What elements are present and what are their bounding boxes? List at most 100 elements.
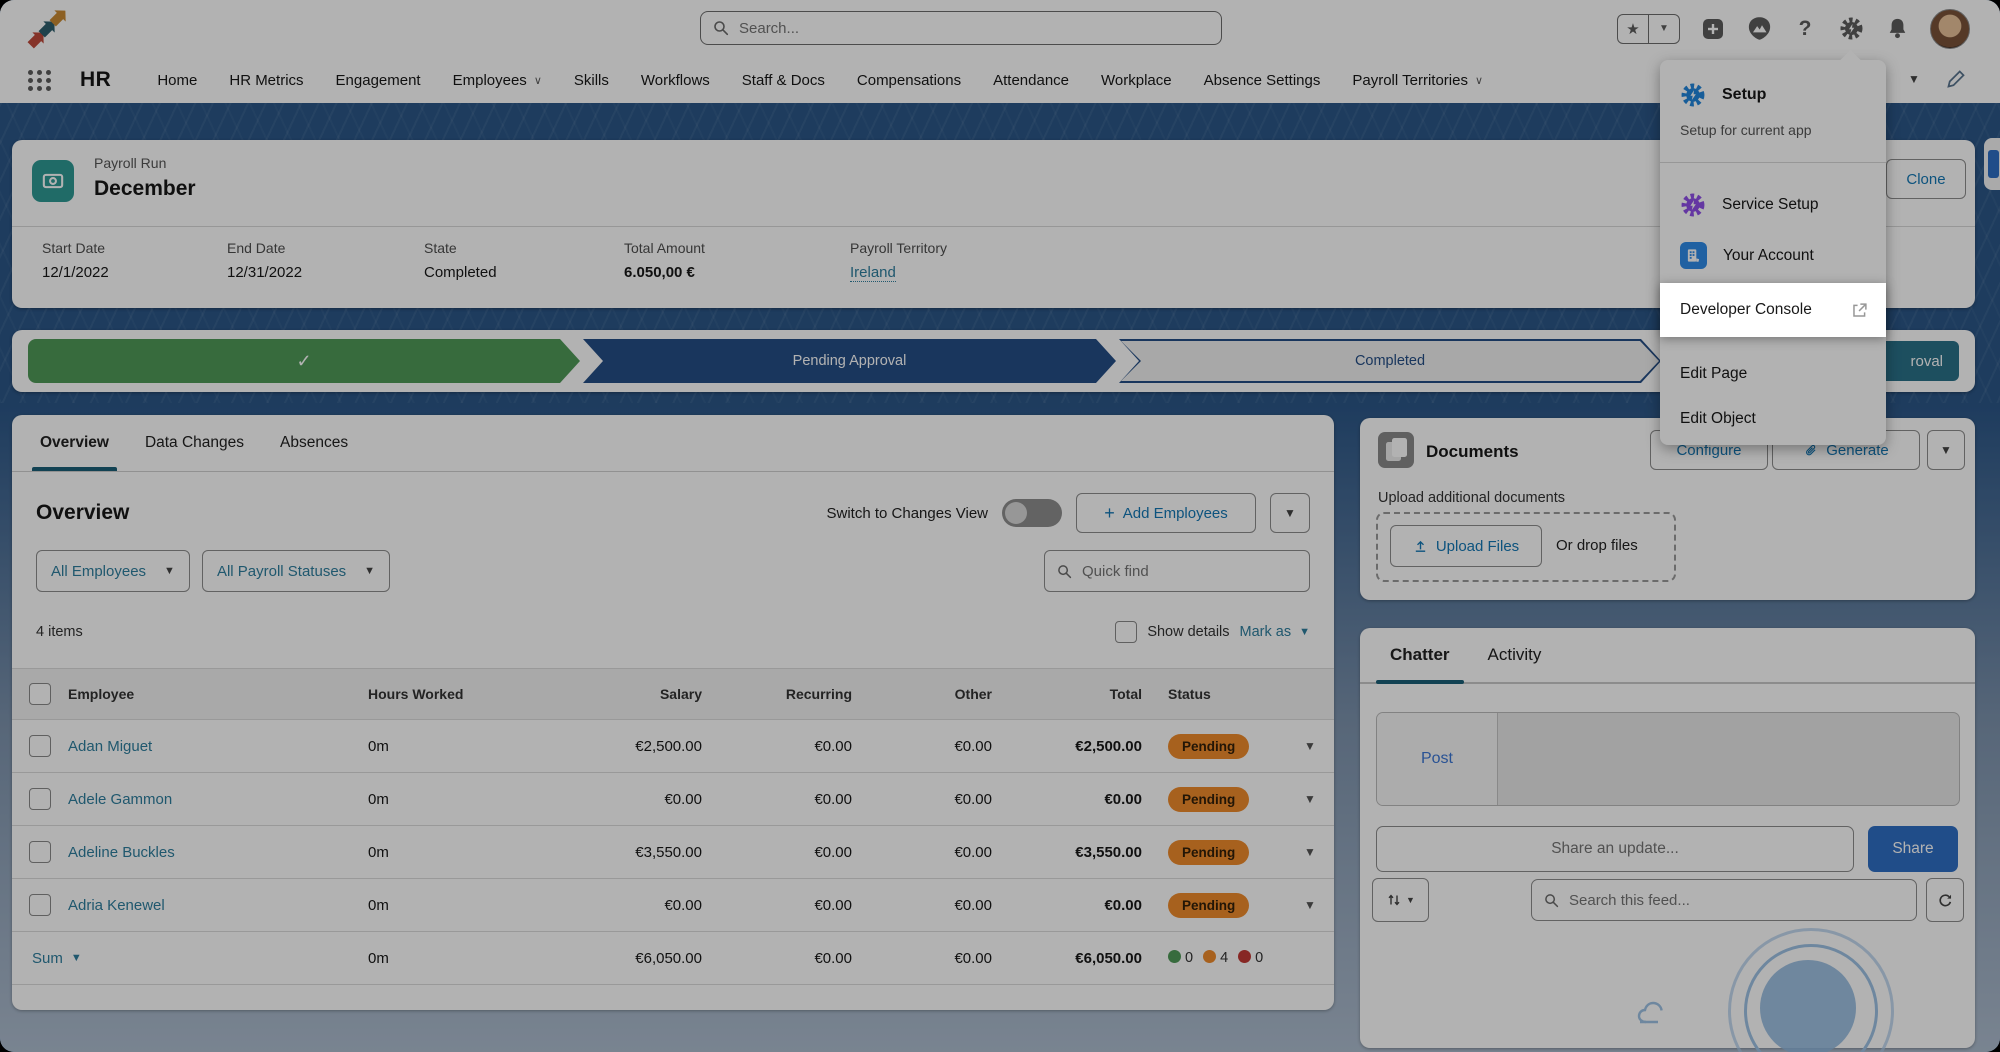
menu-item-your-account[interactable]: Your Account [1680, 242, 1814, 269]
chevron-down-icon: ∨ [534, 74, 542, 87]
tab-compensations[interactable]: Compensations [841, 57, 977, 103]
quick-find-input[interactable] [1080, 562, 1284, 581]
menu-item-edit-object[interactable]: Edit Object [1680, 410, 1756, 428]
upload-additional-label: Upload additional documents [1378, 490, 1565, 506]
feed-sort-button[interactable]: ▼ [1372, 878, 1429, 922]
row-actions-caret[interactable]: ▼ [1286, 845, 1334, 859]
nav-overflow-caret-icon[interactable]: ▼ [1908, 72, 1920, 86]
tab-employees[interactable]: Employees∨ [437, 57, 558, 103]
select-all-checkbox[interactable] [29, 683, 51, 705]
filter-all-employees[interactable]: All Employees▼ [36, 550, 190, 592]
help-icon[interactable]: ? [1792, 16, 1818, 42]
employee-link[interactable]: Adria Kenewel [68, 897, 368, 914]
chevron-down-icon: ▼ [164, 565, 175, 577]
row-actions-caret[interactable]: ▼ [1286, 898, 1334, 912]
tab-absence-settings[interactable]: Absence Settings [1188, 57, 1337, 103]
employee-link[interactable]: Adeline Buckles [68, 844, 368, 861]
documents-caret-button[interactable]: ▼ [1927, 430, 1965, 470]
sum-toggle[interactable]: Sum▼ [12, 950, 368, 967]
app-name: HR [80, 68, 111, 92]
share-update-input[interactable] [1376, 826, 1854, 872]
path-stage-completed[interactable]: Completed [1119, 339, 1661, 383]
tab-workplace[interactable]: Workplace [1085, 57, 1188, 103]
tab-overview[interactable]: Overview [22, 415, 127, 471]
search-icon [1057, 564, 1072, 579]
red-status-dot [1238, 950, 1251, 963]
tab-payroll-territories[interactable]: Payroll Territories∨ [1336, 57, 1499, 103]
row-actions-caret[interactable]: ▼ [1286, 792, 1334, 806]
global-actions-plus-icon[interactable] [1700, 16, 1726, 42]
tab-engagement[interactable]: Engagement [320, 57, 437, 103]
table-row: Adeline Buckles 0m €3,550.00 €0.00 €0.00… [12, 826, 1334, 879]
user-avatar[interactable] [1930, 9, 1970, 49]
row-checkbox[interactable] [29, 894, 51, 916]
setup-gear-icon[interactable] [1838, 16, 1864, 42]
payroll-territory-link[interactable]: Ireland [850, 264, 896, 282]
add-employees-caret-button[interactable]: ▼ [1270, 493, 1310, 533]
col-hours-worked[interactable]: Hours Worked [368, 686, 568, 702]
col-total[interactable]: Total [1018, 686, 1168, 702]
tab-post[interactable]: Post [1377, 713, 1498, 805]
row-actions-caret[interactable]: ▼ [1286, 739, 1334, 753]
tab-attendance[interactable]: Attendance [977, 57, 1085, 103]
col-employee[interactable]: Employee [68, 686, 368, 702]
plus-icon: + [1104, 503, 1115, 524]
payroll-table: Employee Hours Worked Salary Recurring O… [12, 668, 1334, 985]
refresh-feed-button[interactable] [1926, 878, 1964, 922]
favorites-split-button[interactable]: ★ ▼ [1617, 14, 1680, 44]
file-dropzone[interactable]: Upload Files Or drop files [1376, 512, 1676, 582]
path-stage-pending-approval[interactable]: Pending Approval [583, 339, 1116, 383]
app-launcher-waffle-icon[interactable] [28, 70, 52, 91]
col-status[interactable]: Status [1168, 686, 1286, 702]
tab-skills[interactable]: Skills [558, 57, 625, 103]
tab-staff-docs[interactable]: Staff & Docs [726, 57, 841, 103]
col-other[interactable]: Other [878, 686, 1018, 702]
chevron-down-icon: ∨ [1475, 74, 1483, 87]
status-summary-dots: 0 4 0 [1168, 950, 1334, 966]
row-checkbox[interactable] [29, 841, 51, 863]
path-stage-complete[interactable]: ✓ [28, 339, 580, 383]
changes-view-toggle[interactable] [1002, 499, 1062, 527]
clone-button[interactable]: Clone [1886, 159, 1966, 199]
tab-chatter[interactable]: Chatter [1376, 628, 1464, 682]
menu-item-developer-console[interactable]: Developer Console [1660, 283, 1886, 337]
favorites-caret-icon[interactable]: ▼ [1649, 15, 1679, 43]
global-search[interactable] [700, 11, 1222, 45]
add-employees-button[interactable]: +Add Employees [1076, 493, 1256, 533]
upload-files-button[interactable]: Upload Files [1390, 525, 1542, 567]
tab-data-changes[interactable]: Data Changes [127, 415, 262, 471]
cloud-decoration-icon [1636, 996, 1688, 1026]
feed-search-input[interactable] [1567, 891, 1871, 910]
tab-absences[interactable]: Absences [262, 415, 366, 471]
global-search-input[interactable] [737, 19, 1181, 38]
quick-find[interactable] [1044, 550, 1310, 592]
setup-menu-title[interactable]: Setup [1722, 86, 1766, 104]
tab-hr-metrics[interactable]: HR Metrics [213, 57, 319, 103]
col-recurring[interactable]: Recurring [728, 686, 878, 702]
row-checkbox[interactable] [29, 788, 51, 810]
col-salary[interactable]: Salary [568, 686, 728, 702]
items-count: 4 items [36, 624, 83, 640]
mark-as-menu[interactable]: Mark as▼ [1240, 624, 1310, 640]
tab-activity[interactable]: Activity [1474, 628, 1556, 682]
star-icon[interactable]: ★ [1618, 15, 1649, 43]
status-badge: Pending [1168, 840, 1249, 865]
table-row: Adan Miguet 0m €2,500.00 €0.00 €0.00 €2,… [12, 720, 1334, 773]
tab-home[interactable]: Home [141, 57, 213, 103]
row-checkbox[interactable] [29, 735, 51, 757]
share-button[interactable]: Share [1868, 826, 1958, 872]
bell-icon[interactable] [1884, 16, 1910, 42]
employee-link[interactable]: Adan Miguet [68, 738, 368, 755]
tab-workflows[interactable]: Workflows [625, 57, 726, 103]
filter-all-payroll-statuses[interactable]: All Payroll Statuses▼ [202, 550, 390, 592]
feed-search[interactable] [1531, 879, 1917, 921]
chevron-down-icon: ▼ [1299, 626, 1310, 638]
edit-nav-pencil-icon[interactable] [1946, 69, 1966, 89]
employee-link[interactable]: Adele Gammon [68, 791, 368, 808]
menu-item-service-setup[interactable]: Service Setup [1680, 192, 1819, 218]
chevron-down-icon: ▼ [71, 952, 82, 964]
table-row: Adria Kenewel 0m €0.00 €0.00 €0.00 €0.00… [12, 879, 1334, 932]
trailhead-icon[interactable] [1746, 16, 1772, 42]
menu-item-edit-page[interactable]: Edit Page [1680, 365, 1747, 383]
show-details-checkbox[interactable] [1115, 621, 1137, 643]
